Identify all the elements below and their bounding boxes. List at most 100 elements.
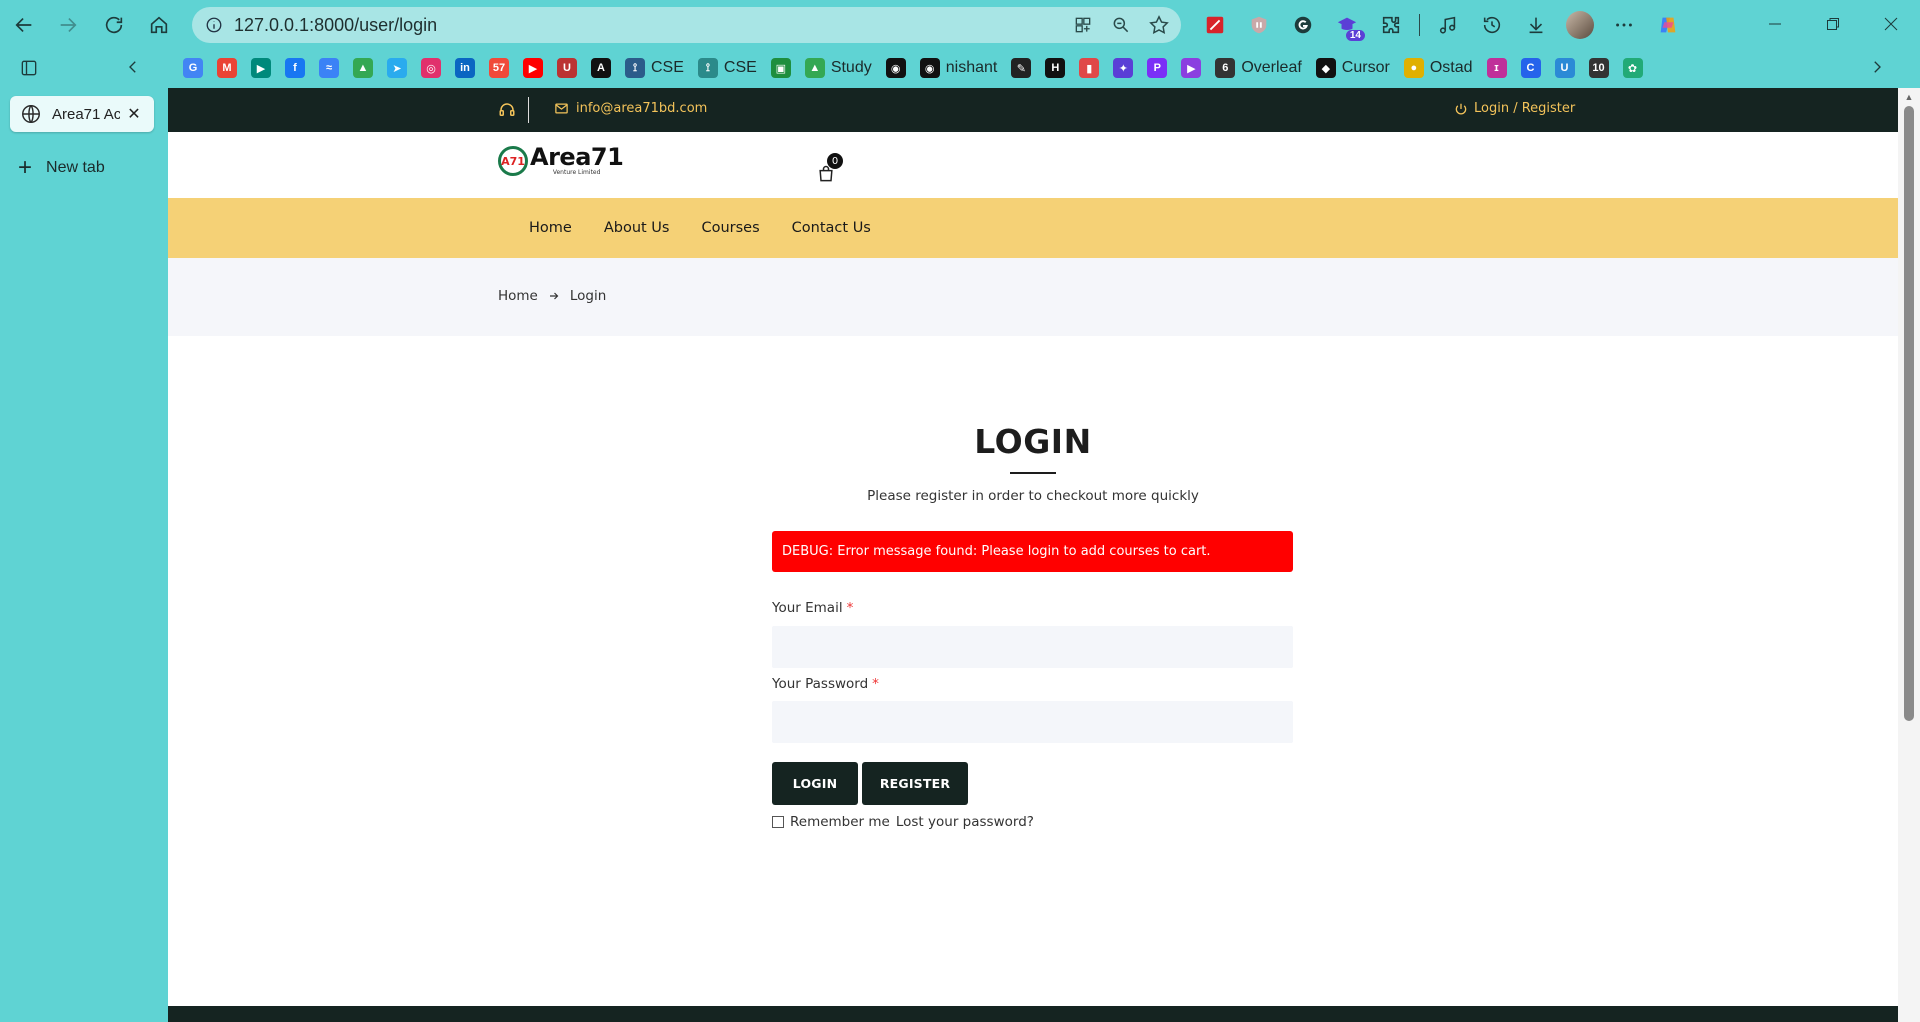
back-button[interactable] [4, 5, 44, 45]
bookmark-item[interactable]: ✎ [1004, 53, 1038, 83]
favorite-star-icon[interactable] [1145, 11, 1173, 39]
tab-title: Area71 Academy [52, 105, 120, 123]
bookmark-item[interactable]: ◆ Cursor [1309, 53, 1397, 83]
bookmark-item[interactable]: ➤ [380, 53, 414, 83]
url-text[interactable]: 127.0.0.1:8000/user/login [234, 15, 437, 36]
email-field[interactable] [772, 626, 1293, 668]
bookmark-item[interactable]: P [1140, 53, 1174, 83]
bookmark-item[interactable]: M [210, 53, 244, 83]
breadcrumb-home-link[interactable]: Home [498, 288, 538, 304]
minimize-icon [1769, 23, 1781, 25]
downloads-icon[interactable] [1516, 5, 1556, 45]
site-header: A71 Area71 Venture Limited 0 [168, 132, 1898, 198]
tab-area71[interactable]: Area71 Academy ✕ [10, 96, 154, 132]
bookmark-item[interactable]: ▶ [1174, 53, 1208, 83]
home-icon [150, 16, 168, 34]
new-tab-button[interactable]: + New tab [18, 156, 105, 180]
app-available-icon[interactable] [1069, 11, 1097, 39]
password-field[interactable] [772, 701, 1293, 743]
extensions-puzzle-icon[interactable] [1371, 5, 1411, 45]
login-button[interactable]: LOGIN [772, 762, 858, 805]
gmail-icon: M [217, 58, 237, 78]
bookmark-item[interactable]: U [1548, 53, 1582, 83]
collapse-sidebar-icon[interactable] [118, 58, 148, 76]
register-button[interactable]: REGISTER [862, 762, 968, 805]
tab-actions-icon[interactable] [14, 58, 44, 78]
minimize-button[interactable] [1746, 0, 1804, 48]
error-message: DEBUG: Error message found: Please login… [782, 544, 1211, 559]
bookmark-item[interactable]: H [1038, 53, 1072, 83]
c-icon: C [1520, 58, 1541, 78]
scrollbar-thumb[interactable] [1904, 106, 1914, 721]
bookmark-item[interactable]: ⟟ CSE [618, 53, 691, 83]
nav-item-contact[interactable]: Contact Us [776, 220, 887, 236]
nav-item-about[interactable]: About Us [588, 220, 686, 236]
ups-icon: U [1554, 58, 1575, 78]
bookmark-item[interactable]: ▲ Study [798, 53, 879, 83]
bookmark-item[interactable]: U [550, 53, 584, 83]
site-info-icon[interactable] [204, 15, 224, 35]
bookmark-item[interactable]: in [448, 53, 482, 83]
scroll-up-icon[interactable]: ▲ [1904, 92, 1914, 102]
close-window-button[interactable] [1862, 0, 1920, 48]
arrow-right-icon [60, 17, 77, 33]
bookmark-item[interactable]: A [584, 53, 618, 83]
remember-checkbox[interactable] [772, 816, 784, 828]
cse-icon: ⟟ [625, 58, 645, 78]
lost-password-link[interactable]: Lost your password? [896, 814, 1034, 830]
bookmark-item[interactable]: ◉ nishant [913, 53, 1005, 83]
cart-button[interactable]: 0 [816, 153, 843, 186]
bookmark-item[interactable]: ◎ [414, 53, 448, 83]
bookmark-item[interactable]: G [176, 53, 210, 83]
address-bar[interactable]: 127.0.0.1:8000/user/login [192, 7, 1181, 43]
login-subtitle: Please register in order to checkout mor… [867, 488, 1199, 504]
bookmark-item[interactable]: f [278, 53, 312, 83]
remember-label[interactable]: Remember me [790, 814, 890, 830]
more-bookmarks-chevron-icon[interactable] [1862, 58, 1892, 76]
bookmark-item[interactable]: ▮ [1072, 53, 1106, 83]
bookmark-item[interactable]: C [1514, 53, 1548, 83]
bookmark-item[interactable]: ▲ [346, 53, 380, 83]
breadcrumb: Home Login [168, 258, 1898, 336]
github-icon: ◉ [919, 58, 940, 78]
bookmark-item[interactable]: ▶ [516, 53, 550, 83]
site-logo[interactable]: A71 Area71 Venture Limited [498, 145, 624, 177]
nav-item-home[interactable]: Home [513, 220, 588, 236]
forward-button[interactable] [48, 5, 88, 45]
bookmark-item[interactable]: ✿ [1616, 53, 1650, 83]
bookmark-item[interactable]: ≈ [312, 53, 346, 83]
copilot-icon[interactable] [1648, 5, 1688, 45]
bookmark-item[interactable]: ◉ [879, 53, 913, 83]
cse-icon: ⟟ [697, 58, 718, 78]
graduation-extension-icon[interactable]: 14 [1327, 5, 1367, 45]
home-button[interactable] [139, 5, 179, 45]
messenger-icon: ≈ [319, 58, 339, 78]
topbar-login-register-link[interactable]: Login / Register [1454, 101, 1575, 116]
nav-item-courses[interactable]: Courses [685, 220, 775, 236]
bookmark-item[interactable]: 57 [482, 53, 516, 83]
zoom-icon[interactable] [1107, 11, 1135, 39]
topbar-email[interactable]: info@area71bd.com [554, 101, 707, 116]
bookmark-item[interactable]: 10 [1582, 53, 1616, 83]
bookmark-item[interactable]: 6 Overleaf [1208, 53, 1308, 83]
bookmark-item[interactable]: ⟟ CSE [691, 53, 764, 83]
bookmark-item[interactable]: ✦ [1106, 53, 1140, 83]
pdf-extension-icon[interactable] [1195, 5, 1235, 45]
media-control-icon[interactable] [1428, 5, 1468, 45]
error-alert: DEBUG: Error message found: Please login… [772, 531, 1293, 572]
profile-avatar[interactable] [1560, 5, 1600, 45]
restore-button[interactable] [1804, 0, 1862, 48]
tab-close-icon[interactable]: ✕ [124, 104, 144, 124]
shield-extension-icon[interactable] [1239, 5, 1279, 45]
bookmark-item[interactable]: ɪ [1480, 53, 1514, 83]
bookmark-label: CSE [651, 59, 684, 76]
grammarly-icon[interactable] [1283, 5, 1323, 45]
bookmark-item[interactable]: ▶ [244, 53, 278, 83]
more-options-icon[interactable] [1604, 5, 1644, 45]
bookmark-item[interactable]: ● Ostad [1397, 53, 1480, 83]
page-scrollbar[interactable]: ▲ [1898, 88, 1920, 1022]
refresh-button[interactable] [94, 5, 134, 45]
history-icon[interactable] [1472, 5, 1512, 45]
instagram-icon: ◎ [421, 58, 441, 78]
bookmark-item[interactable]: ▣ [764, 53, 798, 83]
